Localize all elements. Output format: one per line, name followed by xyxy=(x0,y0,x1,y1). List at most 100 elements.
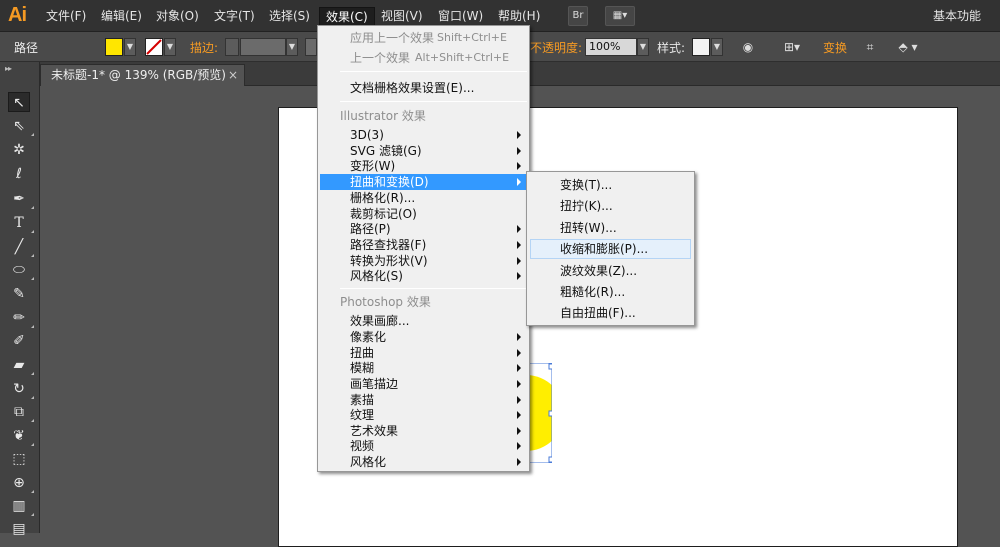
raster-effects-settings-item[interactable]: 文档栅格效果设置(E)... xyxy=(320,80,527,96)
submenu-arrow-icon xyxy=(517,427,521,435)
opacity-dropdown[interactable]: ▼ xyxy=(637,38,649,56)
graphic-style-dropdown[interactable]: ▼ xyxy=(711,38,723,56)
ps-sketch-item[interactable]: 素描 xyxy=(320,392,527,408)
bridge-button[interactable]: Br xyxy=(568,6,588,26)
menu-edit[interactable]: 编辑(E) xyxy=(95,7,148,26)
submenu-ripple-item[interactable]: 波纹效果(Z)... xyxy=(530,261,691,281)
effect-path-item[interactable]: 路径(P) xyxy=(320,221,527,237)
fill-dropdown[interactable]: ▼ xyxy=(124,38,136,56)
menu-type[interactable]: 文字(T) xyxy=(208,7,261,26)
graphic-style-swatch[interactable] xyxy=(692,38,710,56)
stroke-weight-stepper[interactable] xyxy=(225,38,239,56)
submenu-arrow-icon xyxy=(517,272,521,280)
effect-svg-filters-item[interactable]: SVG 滤镜(G) xyxy=(320,143,527,159)
ps-brush-strokes-item[interactable]: 画笔描边 xyxy=(320,376,527,392)
ps-pixelate-item[interactable]: 像素化 xyxy=(320,329,527,345)
document-tab-title: 未标题-1* @ 139% (RGB/预览) xyxy=(51,68,226,82)
stroke-weight-field[interactable] xyxy=(240,38,286,56)
blob-brush-tool-icon[interactable]: ✐ xyxy=(8,331,30,351)
last-effect-item[interactable]: 上一个效果 Alt+Shift+Ctrl+E xyxy=(320,50,527,66)
ps-video-item[interactable]: 视频 xyxy=(320,438,527,454)
submenu-free-distort-item[interactable]: 自由扭曲(F)... xyxy=(530,303,691,323)
graph-tool-icon[interactable]: ▥ xyxy=(8,496,34,516)
effect-3d-item[interactable]: 3D(3) xyxy=(320,127,527,143)
submenu-pucker-bloat-item[interactable]: 收缩和膨胀(P)... xyxy=(530,239,691,259)
submenu-arrow-icon xyxy=(517,131,521,139)
distort-transform-submenu: 变换(T)... 扭拧(K)... 扭转(W)... 收缩和膨胀(P)... 波… xyxy=(526,171,695,326)
stroke-label[interactable]: 描边: xyxy=(190,39,218,56)
menu-select[interactable]: 选择(S) xyxy=(263,7,316,26)
free-transform-tool-icon[interactable]: ⬚ xyxy=(8,449,30,469)
menu-help[interactable]: 帮助(H) xyxy=(492,7,546,26)
submenu-transform-item[interactable]: 变换(T)... xyxy=(530,175,691,195)
last-effect-label: 上一个效果 xyxy=(350,51,411,65)
effect-distort-transform-item[interactable]: 扭曲和变换(D) xyxy=(320,174,527,190)
ellipse-tool-icon[interactable]: ⬭ xyxy=(8,260,34,280)
pen-tool-icon[interactable]: ✒ xyxy=(8,189,34,209)
document-tab[interactable]: 未标题-1* @ 139% (RGB/预览) × xyxy=(40,64,245,86)
menu-separator xyxy=(340,288,527,289)
effect-stylize-label: 风格化(S) xyxy=(350,269,403,283)
shape-builder-tool-icon[interactable]: ⊕ xyxy=(8,473,34,493)
ps-stylize-item[interactable]: 风格化 xyxy=(320,454,527,470)
ps-texture-item[interactable]: 纹理 xyxy=(320,407,527,423)
effect-rasterize-item[interactable]: 栅格化(R)... xyxy=(320,190,527,206)
ps-artistic-item[interactable]: 艺术效果 xyxy=(320,423,527,439)
ps-brush-strokes-label: 画笔描边 xyxy=(350,377,399,391)
last-effect-shortcut: Alt+Shift+Ctrl+E xyxy=(415,51,510,64)
panel-menu-icon[interactable]: ⬘ ▾ xyxy=(893,40,923,54)
effect-convert-to-shape-item[interactable]: 转换为形状(V) xyxy=(320,253,527,269)
effect-crop-marks-item[interactable]: 裁剪标记(O) xyxy=(320,206,527,222)
submenu-arrow-icon xyxy=(517,257,521,265)
selection-tool-icon[interactable]: ↖ xyxy=(8,92,30,112)
effect-stylize-item[interactable]: 风格化(S) xyxy=(320,268,527,284)
effect-pathfinder-item[interactable]: 路径查找器(F) xyxy=(320,237,527,253)
close-tab-icon[interactable]: × xyxy=(228,65,238,85)
type-tool-icon[interactable]: T xyxy=(8,213,34,233)
stroke-dropdown[interactable]: ▼ xyxy=(164,38,176,56)
menu-view[interactable]: 视图(V) xyxy=(375,7,429,26)
submenu-twist-item[interactable]: 扭转(W)... xyxy=(530,218,691,238)
menu-object[interactable]: 对象(O) xyxy=(150,7,205,26)
scale-tool-icon[interactable]: ⧉ xyxy=(8,402,34,422)
opacity-input[interactable]: 100% xyxy=(585,38,637,56)
effect-warp-item[interactable]: 变形(W) xyxy=(320,158,527,174)
submenu-arrow-icon xyxy=(517,349,521,357)
ps-effect-gallery-item[interactable]: 效果画廊... xyxy=(320,313,527,329)
menu-separator xyxy=(340,101,527,102)
ps-blur-item[interactable]: 模糊 xyxy=(320,360,527,376)
submenu-zigzag-item[interactable]: 扭拧(K)... xyxy=(530,196,691,216)
recolor-icon[interactable]: ◉ xyxy=(740,40,756,54)
ps-distort-item[interactable]: 扭曲 xyxy=(320,345,527,361)
lasso-tool-icon[interactable]: ℓ xyxy=(8,164,30,184)
workspace-switcher[interactable]: 基本功能 xyxy=(933,7,981,24)
effect-convert-to-shape-label: 转换为形状(V) xyxy=(350,254,428,268)
eraser-tool-icon[interactable]: ▰ xyxy=(8,355,34,375)
line-tool-icon[interactable]: ╱ xyxy=(8,237,34,257)
rotate-tool-icon[interactable]: ↻ xyxy=(8,379,34,399)
submenu-roughen-item[interactable]: 粗糙化(R)... xyxy=(530,282,691,302)
submenu-arrow-icon xyxy=(517,241,521,249)
gradient-tool-icon[interactable]: ▤ xyxy=(8,519,30,539)
magic-wand-tool-icon[interactable]: ✲ xyxy=(8,140,30,160)
align-icon[interactable]: ⊞▾ xyxy=(780,40,804,54)
no-stroke-icon xyxy=(146,39,162,55)
style-label: 样式: xyxy=(657,41,686,55)
opacity-label[interactable]: 不透明度: xyxy=(530,39,582,56)
paintbrush-tool-icon[interactable]: ✎ xyxy=(8,284,30,304)
transform-link[interactable]: 变换 xyxy=(823,39,847,56)
stroke-swatch[interactable] xyxy=(145,38,163,56)
variable-width-field[interactable] xyxy=(305,38,317,56)
fill-swatch[interactable] xyxy=(105,38,123,56)
arrange-documents-button[interactable]: ▦▾ xyxy=(605,6,635,26)
stroke-weight-dropdown[interactable]: ▼ xyxy=(286,38,298,56)
menu-effect[interactable]: 效果(C) xyxy=(319,7,375,26)
apply-last-effect-item[interactable]: 应用上一个效果 Shift+Ctrl+E xyxy=(320,30,527,46)
collapse-panel-icon[interactable]: ▸▸ xyxy=(5,64,12,73)
warp-tool-icon[interactable]: ❦ xyxy=(8,426,34,446)
pencil-tool-icon[interactable]: ✏ xyxy=(8,308,34,328)
isolate-icon[interactable]: ⌗ xyxy=(862,40,878,54)
direct-selection-tool-icon[interactable]: ⇖ xyxy=(8,116,34,136)
menu-file[interactable]: 文件(F) xyxy=(40,7,92,26)
menu-window[interactable]: 窗口(W) xyxy=(432,7,489,26)
